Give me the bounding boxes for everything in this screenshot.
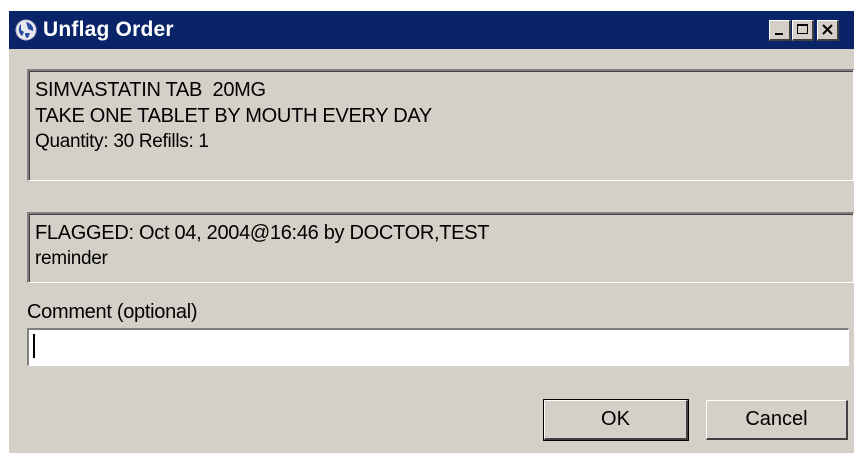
app-globe-icon bbox=[14, 18, 38, 42]
minimize-icon bbox=[775, 33, 783, 35]
order-details-panel: SIMVASTATIN TAB 20MG TAKE ONE TABLET BY … bbox=[27, 69, 854, 181]
close-button[interactable] bbox=[817, 20, 839, 41]
flag-reason: reminder bbox=[35, 248, 108, 269]
minimize-button[interactable] bbox=[769, 20, 791, 41]
title-bar[interactable]: Unflag Order bbox=[9, 11, 854, 49]
flag-info: FLAGGED: Oct 04, 2004@16:46 by DOCTOR,TE… bbox=[35, 222, 490, 244]
cancel-button[interactable]: Cancel bbox=[706, 400, 848, 440]
close-icon bbox=[822, 24, 833, 35]
order-quantity-refills: Quantity: 30 Refills: 1 bbox=[35, 131, 209, 152]
flag-details-panel: FLAGGED: Oct 04, 2004@16:46 by DOCTOR,TE… bbox=[27, 212, 854, 283]
comment-label: Comment (optional) bbox=[27, 301, 198, 323]
order-drug-name: SIMVASTATIN TAB 20MG bbox=[35, 79, 266, 101]
window-title: Unflag Order bbox=[43, 18, 174, 41]
unflag-order-dialog: Unflag Order SIMVASTATIN TAB 20MG TAKE O… bbox=[9, 11, 854, 453]
comment-field-wrap[interactable] bbox=[27, 328, 849, 366]
order-sig: TAKE ONE TABLET BY MOUTH EVERY DAY bbox=[35, 105, 432, 127]
text-caret bbox=[33, 334, 35, 358]
maximize-button[interactable] bbox=[792, 20, 814, 41]
ok-button[interactable]: OK bbox=[543, 399, 689, 441]
maximize-icon bbox=[797, 24, 808, 34]
comment-input[interactable] bbox=[27, 328, 849, 366]
